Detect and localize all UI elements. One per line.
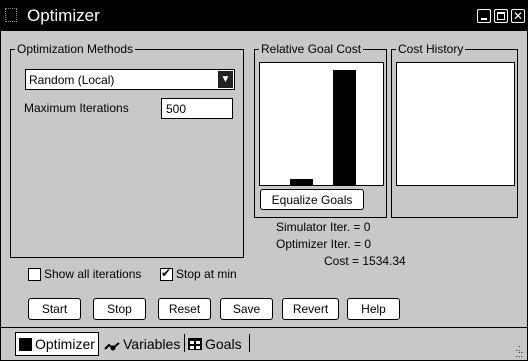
max-iterations-label: Maximum Iterations [24,101,129,115]
tab-separator [249,334,250,352]
goal-cost-bar [290,179,313,185]
equalize-goals-label: Equalize Goals [271,193,353,207]
start-label: Start [41,302,68,316]
stop-at-min-label: Stop at min [176,267,237,281]
tab-bar: Optimizer Variables Goals .:.:: [1,327,527,360]
method-select[interactable]: Random (Local) ▼ [25,69,235,90]
maximize-icon[interactable] [494,9,508,23]
equalize-goals-button[interactable]: Equalize Goals [260,189,364,210]
max-iterations-input[interactable] [161,98,233,119]
save-button[interactable]: Save [220,298,273,320]
cost-history-legend: Cost History [398,42,464,56]
goal-cost-bar [333,70,356,185]
optimizer-icon [19,337,32,351]
resize-grip-icon[interactable]: .:.:: [515,344,523,359]
revert-button[interactable]: Revert [282,298,339,320]
simulator-iter-text: Simulator Iter. = 0 [276,220,371,234]
stop-at-min-box[interactable] [160,266,173,281]
tab-optimizer[interactable]: Optimizer [15,332,99,356]
cost-history-plot [396,62,515,186]
method-select-value: Random (Local) [29,73,115,87]
stop-at-min-checkbox[interactable]: Stop at min [160,266,237,281]
minimize-icon[interactable] [477,9,491,23]
help-label: Help [361,302,386,316]
show-all-iterations-box[interactable] [28,267,41,281]
revert-label: Revert [292,302,329,316]
variables-icon [104,339,120,351]
stop-button[interactable]: Stop [93,298,146,320]
optimization-methods-legend: Optimization Methods [17,42,134,56]
show-all-iterations-checkbox[interactable]: Show all iterations [28,267,141,281]
tab-variables[interactable]: Variables [104,332,180,356]
window-title: Optimizer [27,6,100,25]
tab-goals[interactable]: Goals [188,332,242,356]
window-menu-icon[interactable] [5,8,17,22]
cost-text: Cost = 1534.34 [324,254,406,268]
close-icon[interactable]: ✕ [511,9,525,23]
optimizer-iter-text: Optimizer Iter. = 0 [276,237,372,251]
save-label: Save [232,302,261,316]
chevron-down-icon[interactable]: ▼ [218,71,233,88]
tab-variables-label: Variables [123,336,181,352]
help-button[interactable]: Help [347,298,400,320]
tab-optimizer-label: Optimizer [35,336,95,352]
goals-icon [188,338,202,350]
show-all-iterations-label: Show all iterations [44,267,142,281]
relative-goal-cost-chart [259,62,384,186]
reset-label: Reset [168,302,201,316]
stop-label: Stop [107,302,132,316]
optimizer-window: Optimizer ✕ Optimization Methods Random … [0,0,528,361]
relative-goal-cost-legend: Relative Goal Cost [261,42,362,56]
title-bar[interactable]: Optimizer ✕ [1,1,527,31]
tab-goals-label: Goals [205,336,242,352]
start-button[interactable]: Start [28,298,81,320]
reset-button[interactable]: Reset [158,298,211,320]
tab-separator [184,334,185,352]
